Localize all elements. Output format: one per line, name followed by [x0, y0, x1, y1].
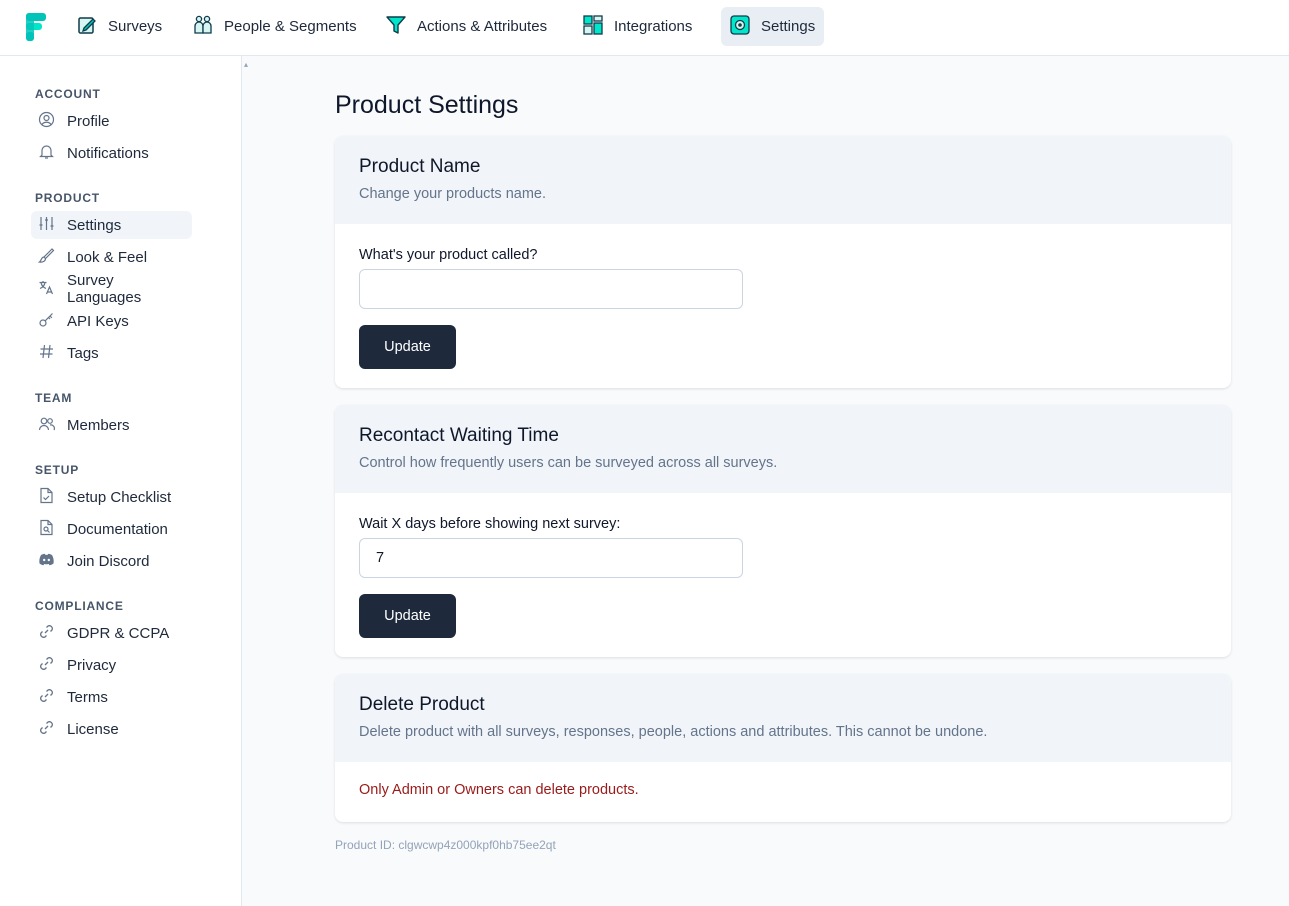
user-circle-icon — [38, 111, 55, 132]
recontact-field-label: Wait X days before showing next survey: — [359, 516, 621, 532]
link-icon — [38, 623, 55, 644]
sidebar-item-tags-label: Tags — [67, 344, 99, 362]
hash-icon — [38, 343, 55, 364]
sidebar-item-survey-languages-label: Survey Languages — [67, 272, 142, 306]
recontact-title: Recontact Waiting Time — [359, 425, 559, 446]
sidebar-item-privacy-label: Privacy — [67, 656, 117, 674]
sidebar-item-gdpr-ccpa-label: GDPR & CCPA — [67, 624, 170, 642]
sidebar-item-join-discord[interactable]: Join Discord — [31, 547, 192, 575]
product-name-card-header: Product Name Change your products name. — [335, 136, 1231, 224]
sidebar-item-members-label: Members — [67, 416, 130, 434]
sidebar-item-look-feel[interactable]: Look & Feel — [31, 243, 192, 271]
top-navigation: Surveys People & Segments Actions & Attr… — [0, 0, 1289, 56]
sidebar-item-documentation-label: Documentation — [67, 520, 168, 538]
nav-surveys-label: Surveys — [108, 18, 163, 35]
sidebar-heading-product: PRODUCT — [35, 191, 100, 205]
delete-product-card: Delete Product Delete product with all s… — [335, 674, 1231, 822]
sidebar-item-terms-label: Terms — [67, 688, 108, 706]
language-icon — [38, 279, 55, 300]
scroll-up-indicator[interactable]: ▴ — [244, 60, 248, 69]
delete-product-card-body: Only Admin or Owners can delete products… — [335, 762, 1231, 822]
nav-people-segments[interactable]: People & Segments — [184, 7, 365, 46]
people-icon — [192, 14, 214, 40]
product-name-title: Product Name — [359, 156, 481, 177]
recontact-days-input[interactable] — [359, 538, 743, 578]
delete-permission-warning: Only Admin or Owners can delete products… — [359, 782, 639, 798]
product-name-update-button[interactable]: Update — [359, 325, 456, 369]
nav-integrations[interactable]: Integrations — [574, 7, 700, 46]
checklist-doc-icon — [38, 487, 55, 508]
nav-actions-attributes-label: Actions & Attributes — [417, 18, 548, 35]
nav-surveys[interactable]: Surveys — [68, 7, 170, 46]
sidebar-item-privacy[interactable]: Privacy — [31, 651, 192, 679]
sidebar-item-terms[interactable]: Terms — [31, 683, 192, 711]
sidebar-item-license-label: License — [67, 720, 119, 738]
product-name-description: Change your products name. — [359, 186, 546, 202]
nav-people-segments-label: People & Segments — [224, 18, 357, 35]
recontact-description: Control how frequently users can be surv… — [359, 455, 778, 471]
sidebar-item-members[interactable]: Members — [31, 411, 192, 439]
link-icon — [38, 719, 55, 740]
sidebar-item-api-keys[interactable]: API Keys — [31, 307, 192, 335]
product-name-card: Product Name Change your products name. … — [335, 136, 1231, 388]
sidebar-item-license[interactable]: License — [31, 715, 192, 743]
product-id-text: Product ID: clgwcwp4z000kpf0hb75ee2qt — [335, 838, 556, 852]
sidebar-item-join-discord-label: Join Discord — [67, 552, 150, 570]
sidebar-item-tags[interactable]: Tags — [31, 339, 192, 367]
brush-icon — [37, 247, 55, 268]
sidebar-heading-setup: SETUP — [35, 463, 80, 477]
discord-icon — [38, 551, 55, 572]
key-icon — [38, 311, 55, 332]
sidebar-item-api-keys-label: API Keys — [67, 312, 129, 330]
sidebar-item-look-feel-label: Look & Feel — [67, 248, 148, 266]
product-name-card-body: What's your product called? Update — [335, 224, 1231, 388]
doc-search-icon — [38, 519, 55, 540]
funnel-icon — [385, 14, 407, 40]
recontact-waiting-time-card: Recontact Waiting Time Control how frequ… — [335, 405, 1231, 657]
recontact-card-body: Wait X days before showing next survey: … — [335, 493, 1231, 657]
sidebar-heading-account: ACCOUNT — [35, 87, 101, 101]
nav-actions-attributes[interactable]: Actions & Attributes — [377, 7, 555, 46]
sidebar-item-setup-checklist[interactable]: Setup Checklist — [31, 483, 192, 511]
product-name-input[interactable] — [359, 269, 743, 309]
recontact-card-header: Recontact Waiting Time Control how frequ… — [335, 405, 1231, 493]
link-icon — [38, 655, 55, 676]
nav-integrations-label: Integrations — [614, 18, 693, 35]
product-name-field-label: What's your product called? — [359, 247, 538, 263]
page-title: Product Settings — [335, 91, 519, 119]
sidebar-heading-compliance: COMPLIANCE — [35, 599, 124, 613]
nav-settings[interactable]: Settings — [721, 7, 824, 46]
sidebar-item-setup-checklist-label: Setup Checklist — [67, 488, 172, 506]
settings-sidebar: ACCOUNT Profile Notifications PRODUCT Se… — [0, 56, 242, 906]
settings-gear-icon — [729, 14, 751, 40]
sliders-icon — [38, 215, 55, 236]
delete-product-card-header: Delete Product Delete product with all s… — [335, 674, 1231, 762]
survey-edit-icon — [76, 14, 98, 40]
sidebar-item-settings[interactable]: Settings — [31, 211, 192, 239]
sidebar-item-survey-languages[interactable]: Survey Languages — [31, 272, 192, 306]
integrations-grid-icon — [582, 14, 604, 40]
sidebar-item-notifications[interactable]: Notifications — [31, 139, 192, 167]
sidebar-item-gdpr-ccpa[interactable]: GDPR & CCPA — [31, 619, 192, 647]
sidebar-heading-team: TEAM — [35, 391, 73, 405]
recontact-update-button[interactable]: Update — [359, 594, 456, 638]
delete-product-description: Delete product with all surveys, respons… — [359, 724, 988, 740]
formbricks-logo-icon[interactable] — [26, 13, 50, 41]
sidebar-item-documentation[interactable]: Documentation — [31, 515, 192, 543]
bell-icon — [38, 143, 55, 164]
users-icon — [38, 415, 55, 436]
sidebar-item-notifications-label: Notifications — [67, 144, 149, 162]
sidebar-item-settings-label: Settings — [67, 216, 122, 234]
sidebar-item-profile-label: Profile — [67, 112, 110, 130]
sidebar-item-profile[interactable]: Profile — [31, 107, 192, 135]
link-icon — [38, 687, 55, 708]
delete-product-title: Delete Product — [359, 694, 485, 715]
nav-settings-label: Settings — [761, 18, 816, 35]
